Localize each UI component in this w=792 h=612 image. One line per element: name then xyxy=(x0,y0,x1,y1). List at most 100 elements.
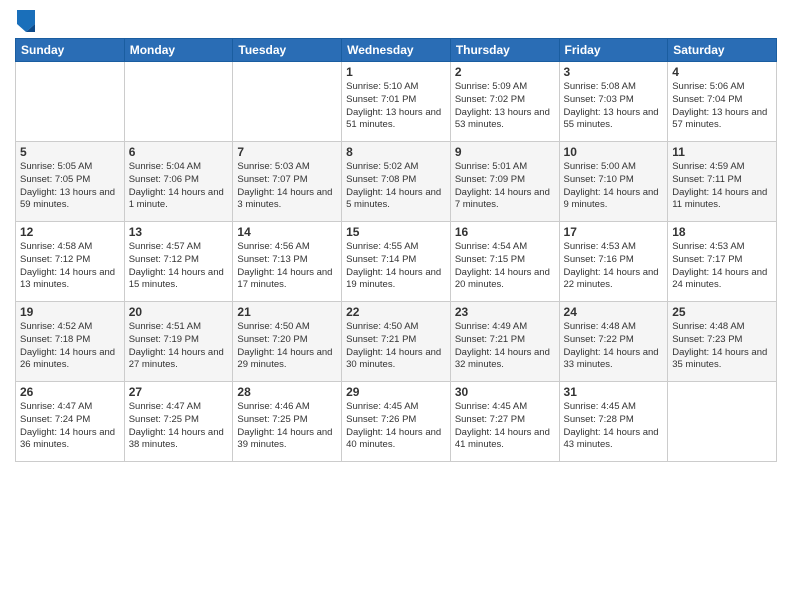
day-info: Sunrise: 5:00 AM Sunset: 7:10 PM Dayligh… xyxy=(564,161,664,212)
day-number: 29 xyxy=(346,385,446,399)
day-info: Sunrise: 4:56 AM Sunset: 7:13 PM Dayligh… xyxy=(237,241,337,292)
calendar-cell: 18 Sunrise: 4:53 AM Sunset: 7:17 PM Dayli… xyxy=(668,222,777,302)
day-number: 14 xyxy=(237,225,337,239)
calendar-header-row: SundayMondayTuesdayWednesdayThursdayFrid… xyxy=(16,39,777,62)
calendar-cell: 2 Sunrise: 5:09 AM Sunset: 7:02 PM Daylig… xyxy=(450,62,559,142)
header xyxy=(15,10,777,32)
day-number: 20 xyxy=(129,305,229,319)
calendar-cell: 31 Sunrise: 4:45 AM Sunset: 7:28 PM Dayli… xyxy=(559,382,668,462)
calendar-cell xyxy=(668,382,777,462)
calendar-cell: 24 Sunrise: 4:48 AM Sunset: 7:22 PM Dayli… xyxy=(559,302,668,382)
day-number: 31 xyxy=(564,385,664,399)
weekday-header: Thursday xyxy=(450,39,559,62)
day-info: Sunrise: 5:03 AM Sunset: 7:07 PM Dayligh… xyxy=(237,161,337,212)
weekday-header: Monday xyxy=(124,39,233,62)
logo-icon xyxy=(17,10,35,32)
day-number: 30 xyxy=(455,385,555,399)
calendar-cell: 6 Sunrise: 5:04 AM Sunset: 7:06 PM Daylig… xyxy=(124,142,233,222)
calendar-cell: 1 Sunrise: 5:10 AM Sunset: 7:01 PM Daylig… xyxy=(342,62,451,142)
day-number: 24 xyxy=(564,305,664,319)
day-number: 22 xyxy=(346,305,446,319)
day-info: Sunrise: 4:45 AM Sunset: 7:27 PM Dayligh… xyxy=(455,401,555,452)
calendar-cell: 3 Sunrise: 5:08 AM Sunset: 7:03 PM Daylig… xyxy=(559,62,668,142)
day-info: Sunrise: 5:09 AM Sunset: 7:02 PM Dayligh… xyxy=(455,81,555,132)
day-info: Sunrise: 4:46 AM Sunset: 7:25 PM Dayligh… xyxy=(237,401,337,452)
weekday-header: Friday xyxy=(559,39,668,62)
calendar-cell: 22 Sunrise: 4:50 AM Sunset: 7:21 PM Dayli… xyxy=(342,302,451,382)
weekday-header: Saturday xyxy=(668,39,777,62)
day-number: 17 xyxy=(564,225,664,239)
day-number: 5 xyxy=(20,145,120,159)
calendar-cell: 26Sunrise: 4:47 AM Sunset: 7:24 PM Dayli… xyxy=(16,382,125,462)
day-info: Sunrise: 4:45 AM Sunset: 7:26 PM Dayligh… xyxy=(346,401,446,452)
day-number: 3 xyxy=(564,65,664,79)
day-number: 1 xyxy=(346,65,446,79)
weekday-header: Tuesday xyxy=(233,39,342,62)
day-info: Sunrise: 5:10 AM Sunset: 7:01 PM Dayligh… xyxy=(346,81,446,132)
day-info: Sunrise: 4:53 AM Sunset: 7:16 PM Dayligh… xyxy=(564,241,664,292)
day-number: 4 xyxy=(672,65,772,79)
logo xyxy=(15,10,35,32)
day-info: Sunrise: 4:47 AM Sunset: 7:24 PM Dayligh… xyxy=(20,401,120,452)
day-info: Sunrise: 4:58 AM Sunset: 7:12 PM Dayligh… xyxy=(20,241,120,292)
calendar-cell xyxy=(124,62,233,142)
calendar-cell xyxy=(16,62,125,142)
day-info: Sunrise: 4:47 AM Sunset: 7:25 PM Dayligh… xyxy=(129,401,229,452)
calendar-cell: 15Sunrise: 4:55 AM Sunset: 7:14 PM Dayli… xyxy=(342,222,451,302)
calendar-cell: 17 Sunrise: 4:53 AM Sunset: 7:16 PM Dayli… xyxy=(559,222,668,302)
calendar-cell: 14 Sunrise: 4:56 AM Sunset: 7:13 PM Dayli… xyxy=(233,222,342,302)
day-info: Sunrise: 4:55 AM Sunset: 7:14 PM Dayligh… xyxy=(346,241,446,292)
calendar-cell: 20Sunrise: 4:51 AM Sunset: 7:19 PM Dayli… xyxy=(124,302,233,382)
day-number: 8 xyxy=(346,145,446,159)
calendar-cell: 4Sunrise: 5:06 AM Sunset: 7:04 PM Daylig… xyxy=(668,62,777,142)
day-info: Sunrise: 4:48 AM Sunset: 7:22 PM Dayligh… xyxy=(564,321,664,372)
day-number: 7 xyxy=(237,145,337,159)
day-info: Sunrise: 4:49 AM Sunset: 7:21 PM Dayligh… xyxy=(455,321,555,372)
calendar-cell: 27 Sunrise: 4:47 AM Sunset: 7:25 PM Dayli… xyxy=(124,382,233,462)
day-info: Sunrise: 4:53 AM Sunset: 7:17 PM Dayligh… xyxy=(672,241,772,292)
day-info: Sunrise: 4:48 AM Sunset: 7:23 PM Dayligh… xyxy=(672,321,772,372)
day-info: Sunrise: 5:02 AM Sunset: 7:08 PM Dayligh… xyxy=(346,161,446,212)
day-number: 6 xyxy=(129,145,229,159)
day-info: Sunrise: 4:54 AM Sunset: 7:15 PM Dayligh… xyxy=(455,241,555,292)
calendar-cell: 10 Sunrise: 5:00 AM Sunset: 7:10 PM Dayli… xyxy=(559,142,668,222)
day-info: Sunrise: 5:08 AM Sunset: 7:03 PM Dayligh… xyxy=(564,81,664,132)
calendar-cell: 5Sunrise: 5:05 AM Sunset: 7:05 PM Daylig… xyxy=(16,142,125,222)
day-number: 25 xyxy=(672,305,772,319)
day-info: Sunrise: 4:50 AM Sunset: 7:20 PM Dayligh… xyxy=(237,321,337,372)
day-number: 21 xyxy=(237,305,337,319)
calendar-cell: 11Sunrise: 4:59 AM Sunset: 7:11 PM Dayli… xyxy=(668,142,777,222)
day-info: Sunrise: 4:50 AM Sunset: 7:21 PM Dayligh… xyxy=(346,321,446,372)
day-number: 18 xyxy=(672,225,772,239)
day-info: Sunrise: 4:57 AM Sunset: 7:12 PM Dayligh… xyxy=(129,241,229,292)
day-info: Sunrise: 4:59 AM Sunset: 7:11 PM Dayligh… xyxy=(672,161,772,212)
day-info: Sunrise: 5:04 AM Sunset: 7:06 PM Dayligh… xyxy=(129,161,229,212)
calendar-cell: 19 Sunrise: 4:52 AM Sunset: 7:18 PM Dayli… xyxy=(16,302,125,382)
day-number: 19 xyxy=(20,305,120,319)
day-info: Sunrise: 4:52 AM Sunset: 7:18 PM Dayligh… xyxy=(20,321,120,372)
calendar-week-row: 1 Sunrise: 5:10 AM Sunset: 7:01 PM Daylig… xyxy=(16,62,777,142)
calendar-cell: 16Sunrise: 4:54 AM Sunset: 7:15 PM Dayli… xyxy=(450,222,559,302)
calendar-cell xyxy=(233,62,342,142)
day-number: 12 xyxy=(20,225,120,239)
calendar-cell: 21 Sunrise: 4:50 AM Sunset: 7:20 PM Dayli… xyxy=(233,302,342,382)
day-number: 27 xyxy=(129,385,229,399)
day-number: 9 xyxy=(455,145,555,159)
day-number: 2 xyxy=(455,65,555,79)
calendar-week-row: 19 Sunrise: 4:52 AM Sunset: 7:18 PM Dayli… xyxy=(16,302,777,382)
weekday-header: Sunday xyxy=(16,39,125,62)
calendar-cell: 12 Sunrise: 4:58 AM Sunset: 7:12 PM Dayli… xyxy=(16,222,125,302)
day-info: Sunrise: 5:01 AM Sunset: 7:09 PM Dayligh… xyxy=(455,161,555,212)
calendar-week-row: 5Sunrise: 5:05 AM Sunset: 7:05 PM Daylig… xyxy=(16,142,777,222)
day-number: 13 xyxy=(129,225,229,239)
day-number: 10 xyxy=(564,145,664,159)
page: SundayMondayTuesdayWednesdayThursdayFrid… xyxy=(0,0,792,612)
calendar-cell: 9 Sunrise: 5:01 AM Sunset: 7:09 PM Daylig… xyxy=(450,142,559,222)
calendar-cell: 29 Sunrise: 4:45 AM Sunset: 7:26 PM Dayli… xyxy=(342,382,451,462)
calendar-cell: 7 Sunrise: 5:03 AM Sunset: 7:07 PM Daylig… xyxy=(233,142,342,222)
calendar-cell: 13 Sunrise: 4:57 AM Sunset: 7:12 PM Dayli… xyxy=(124,222,233,302)
calendar-week-row: 26Sunrise: 4:47 AM Sunset: 7:24 PM Dayli… xyxy=(16,382,777,462)
calendar-table: SundayMondayTuesdayWednesdayThursdayFrid… xyxy=(15,38,777,462)
day-info: Sunrise: 4:45 AM Sunset: 7:28 PM Dayligh… xyxy=(564,401,664,452)
day-number: 23 xyxy=(455,305,555,319)
